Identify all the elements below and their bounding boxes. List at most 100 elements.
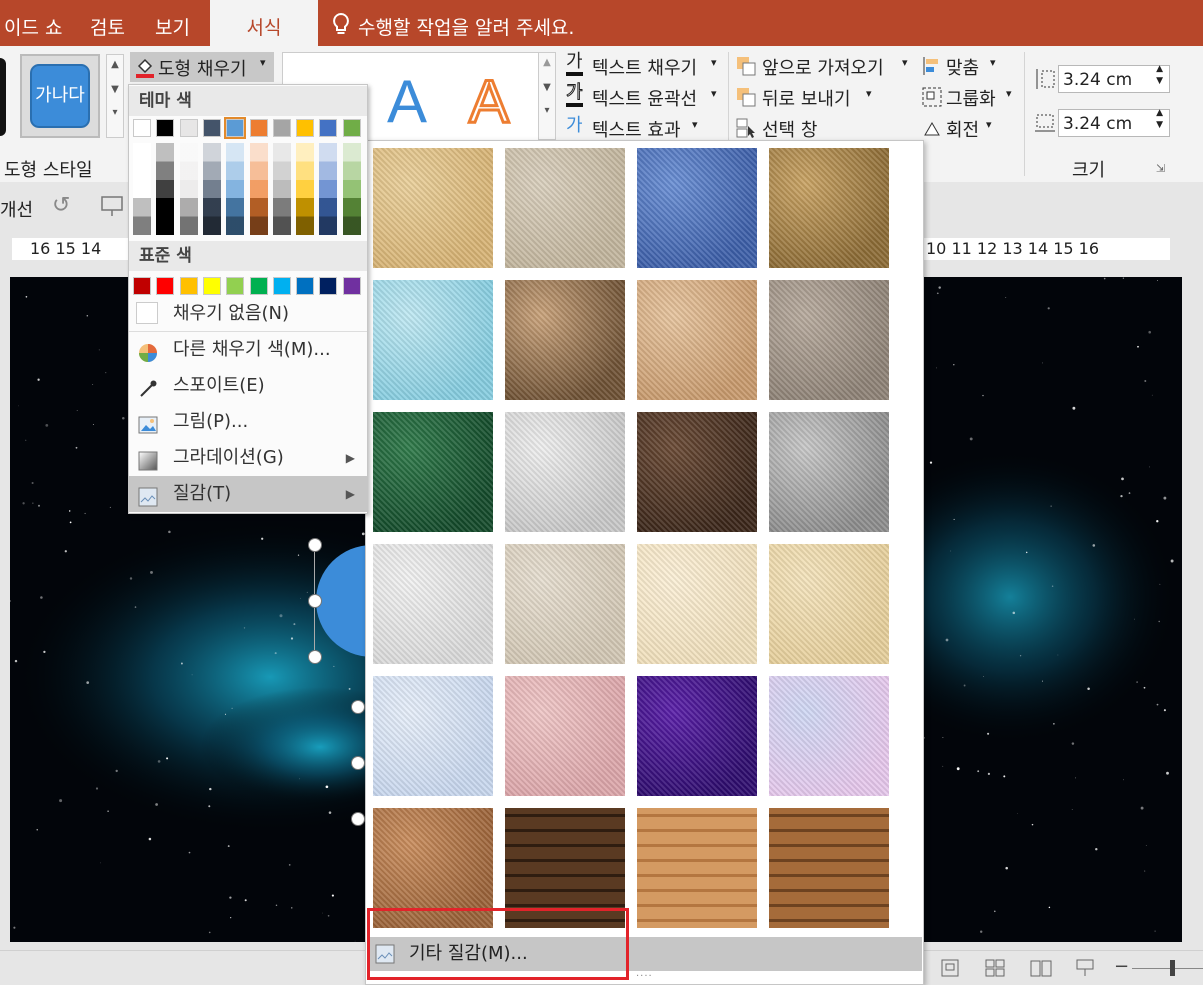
standard-color-swatch[interactable] xyxy=(249,277,268,295)
theme-color-swatch[interactable] xyxy=(272,119,291,137)
tab-review[interactable]: 검토 xyxy=(90,0,140,46)
theme-color-shades[interactable] xyxy=(226,143,245,235)
shape-fill-button[interactable]: 도형 채우기 ▾ xyxy=(130,52,274,82)
align-button[interactable]: 맞춤 ▾ xyxy=(920,52,1010,80)
text-outline-button[interactable]: 가 텍스트 윤곽선 ▾ xyxy=(564,82,724,111)
texture-tile-water-droplets[interactable] xyxy=(373,280,493,400)
reading-view-icon[interactable] xyxy=(1030,959,1052,977)
texture-tile-parchment[interactable] xyxy=(637,544,757,664)
resize-handle[interactable] xyxy=(308,594,322,608)
picture-fill-item[interactable]: 그림(P)... xyxy=(129,404,367,440)
texture-tile-recycled-paper[interactable] xyxy=(505,544,625,664)
chevron-up-icon[interactable]: ▲ xyxy=(107,59,123,70)
zoom-out-icon[interactable]: − xyxy=(1114,956,1129,977)
texture-tile-papyrus[interactable] xyxy=(373,148,493,268)
more-fill-colors-item[interactable]: 다른 채우기 색(M)... xyxy=(129,332,367,368)
chevron-down-icon[interactable]: ▼ xyxy=(539,82,555,93)
no-fill-item[interactable]: 채우기 없음(N) xyxy=(129,296,367,332)
standard-color-swatch[interactable] xyxy=(319,277,338,295)
standard-color-swatch[interactable] xyxy=(202,277,221,295)
texture-tile-canvas[interactable] xyxy=(505,148,625,268)
text-fill-button[interactable]: 가 텍스트 채우기 ▾ xyxy=(564,52,724,80)
group-button[interactable]: 그룹화 ▾ xyxy=(920,83,1020,111)
dialog-launcher-icon[interactable]: ⇲ xyxy=(1156,162,1165,175)
zoom-slider-track[interactable] xyxy=(1132,968,1203,969)
text-effects-button[interactable]: 가 텍스트 효과 ▾ xyxy=(564,114,724,142)
theme-color-shades[interactable] xyxy=(156,143,175,235)
texture-tile-blue-tissue-paper[interactable] xyxy=(373,676,493,796)
standard-color-swatch[interactable] xyxy=(156,277,175,295)
send-backward-button[interactable]: 뒤로 보내기 ▾ xyxy=(736,83,886,111)
bring-forward-button[interactable]: 앞으로 가져오기 ▾ xyxy=(736,52,916,80)
resize-grip-icon[interactable]: ···· xyxy=(636,971,653,982)
texture-tile-fish-fossil[interactable] xyxy=(637,280,757,400)
theme-color-swatch[interactable] xyxy=(224,117,247,139)
texture-tile-paper-bag[interactable] xyxy=(505,280,625,400)
tab-format[interactable]: 서식 xyxy=(210,0,318,46)
wordart-style-orange-outline[interactable]: A xyxy=(467,67,510,137)
theme-color-swatch[interactable] xyxy=(156,119,175,137)
texture-tile-oak[interactable] xyxy=(637,808,757,928)
shape-width-input[interactable]: 3.24 cm ▲ ▼ xyxy=(1058,108,1170,137)
theme-color-shades[interactable] xyxy=(319,143,338,235)
theme-color-swatch[interactable] xyxy=(296,119,315,137)
texture-tile-brown-marble[interactable] xyxy=(637,412,757,532)
theme-color-shades[interactable] xyxy=(179,143,198,235)
gallery-more-icon[interactable]: ▾ xyxy=(539,105,555,116)
theme-color-shades[interactable] xyxy=(202,143,221,235)
standard-color-swatch[interactable] xyxy=(296,277,315,295)
resize-handle[interactable] xyxy=(351,756,365,770)
zoom-slider-thumb[interactable] xyxy=(1170,960,1175,976)
texture-item[interactable]: 질감(T) ▶ xyxy=(129,476,367,512)
spinner-icon[interactable]: ▲ ▼ xyxy=(1156,63,1163,87)
slide-sorter-icon[interactable] xyxy=(985,959,1005,977)
theme-color-swatch[interactable] xyxy=(202,119,221,137)
texture-tile-woven-mat[interactable] xyxy=(769,148,889,268)
theme-color-shades[interactable] xyxy=(272,143,291,235)
texture-tile-green-marble[interactable] xyxy=(373,412,493,532)
chevron-down-icon[interactable]: ▼ xyxy=(107,84,123,95)
standard-color-swatch[interactable] xyxy=(342,277,361,295)
standard-color-swatch[interactable] xyxy=(226,277,245,295)
wordart-style-blue[interactable]: A xyxy=(387,67,427,136)
standard-color-swatch[interactable] xyxy=(133,277,151,295)
texture-tile-granite[interactable] xyxy=(769,412,889,532)
standard-color-swatch[interactable] xyxy=(272,277,291,295)
gradient-item[interactable]: 그라데이션(G) ▶ xyxy=(129,440,367,476)
theme-color-shades[interactable] xyxy=(133,143,151,235)
theme-color-swatch[interactable] xyxy=(249,119,268,137)
shape-style-preview-prev[interactable] xyxy=(0,58,6,136)
standard-color-swatch[interactable] xyxy=(179,277,198,295)
eyedropper-item[interactable]: 스포이트(E) xyxy=(129,368,367,404)
texture-tile-newsprint[interactable] xyxy=(373,544,493,664)
resize-handle[interactable] xyxy=(351,700,365,714)
tell-me-search[interactable]: 수행할 작업을 알려 주세요. xyxy=(358,0,574,46)
shape-height-input[interactable]: 3.24 cm ▲ ▼ xyxy=(1058,63,1170,93)
theme-color-swatch[interactable] xyxy=(133,119,151,137)
theme-color-shades[interactable] xyxy=(249,143,268,235)
resize-handle[interactable] xyxy=(351,812,365,826)
theme-color-shades[interactable] xyxy=(342,143,361,235)
normal-view-icon[interactable] xyxy=(940,959,960,977)
wordart-gallery-scroll[interactable]: ▲ ▼ ▾ xyxy=(538,52,556,140)
refresh-icon[interactable]: ↺ xyxy=(52,194,76,218)
texture-tile-white-marble[interactable] xyxy=(505,412,625,532)
theme-color-swatch[interactable] xyxy=(342,119,361,137)
resize-handle[interactable] xyxy=(308,538,322,552)
theme-color-shades[interactable] xyxy=(296,143,315,235)
theme-color-swatch[interactable] xyxy=(179,119,198,137)
texture-tile-bouquet[interactable] xyxy=(769,676,889,796)
theme-color-swatch[interactable] xyxy=(319,119,338,137)
texture-tile-denim[interactable] xyxy=(637,148,757,268)
gallery-scroll[interactable]: ▲ ▼ ▾ xyxy=(106,54,124,138)
rotate-button[interactable]: 회전 ▾ xyxy=(920,114,1010,142)
texture-tile-purple-mesh[interactable] xyxy=(637,676,757,796)
texture-tile-stationery[interactable] xyxy=(769,544,889,664)
resize-handle[interactable] xyxy=(308,650,322,664)
texture-tile-medium-wood[interactable] xyxy=(769,808,889,928)
texture-tile-pink-tissue-paper[interactable] xyxy=(505,676,625,796)
shape-style-preview-selected[interactable]: 가나다 xyxy=(20,54,100,138)
gallery-more-icon[interactable]: ▾ xyxy=(107,107,123,118)
selection-pane-button[interactable]: 선택 창 xyxy=(736,114,836,142)
slideshow-icon[interactable] xyxy=(1075,959,1095,977)
